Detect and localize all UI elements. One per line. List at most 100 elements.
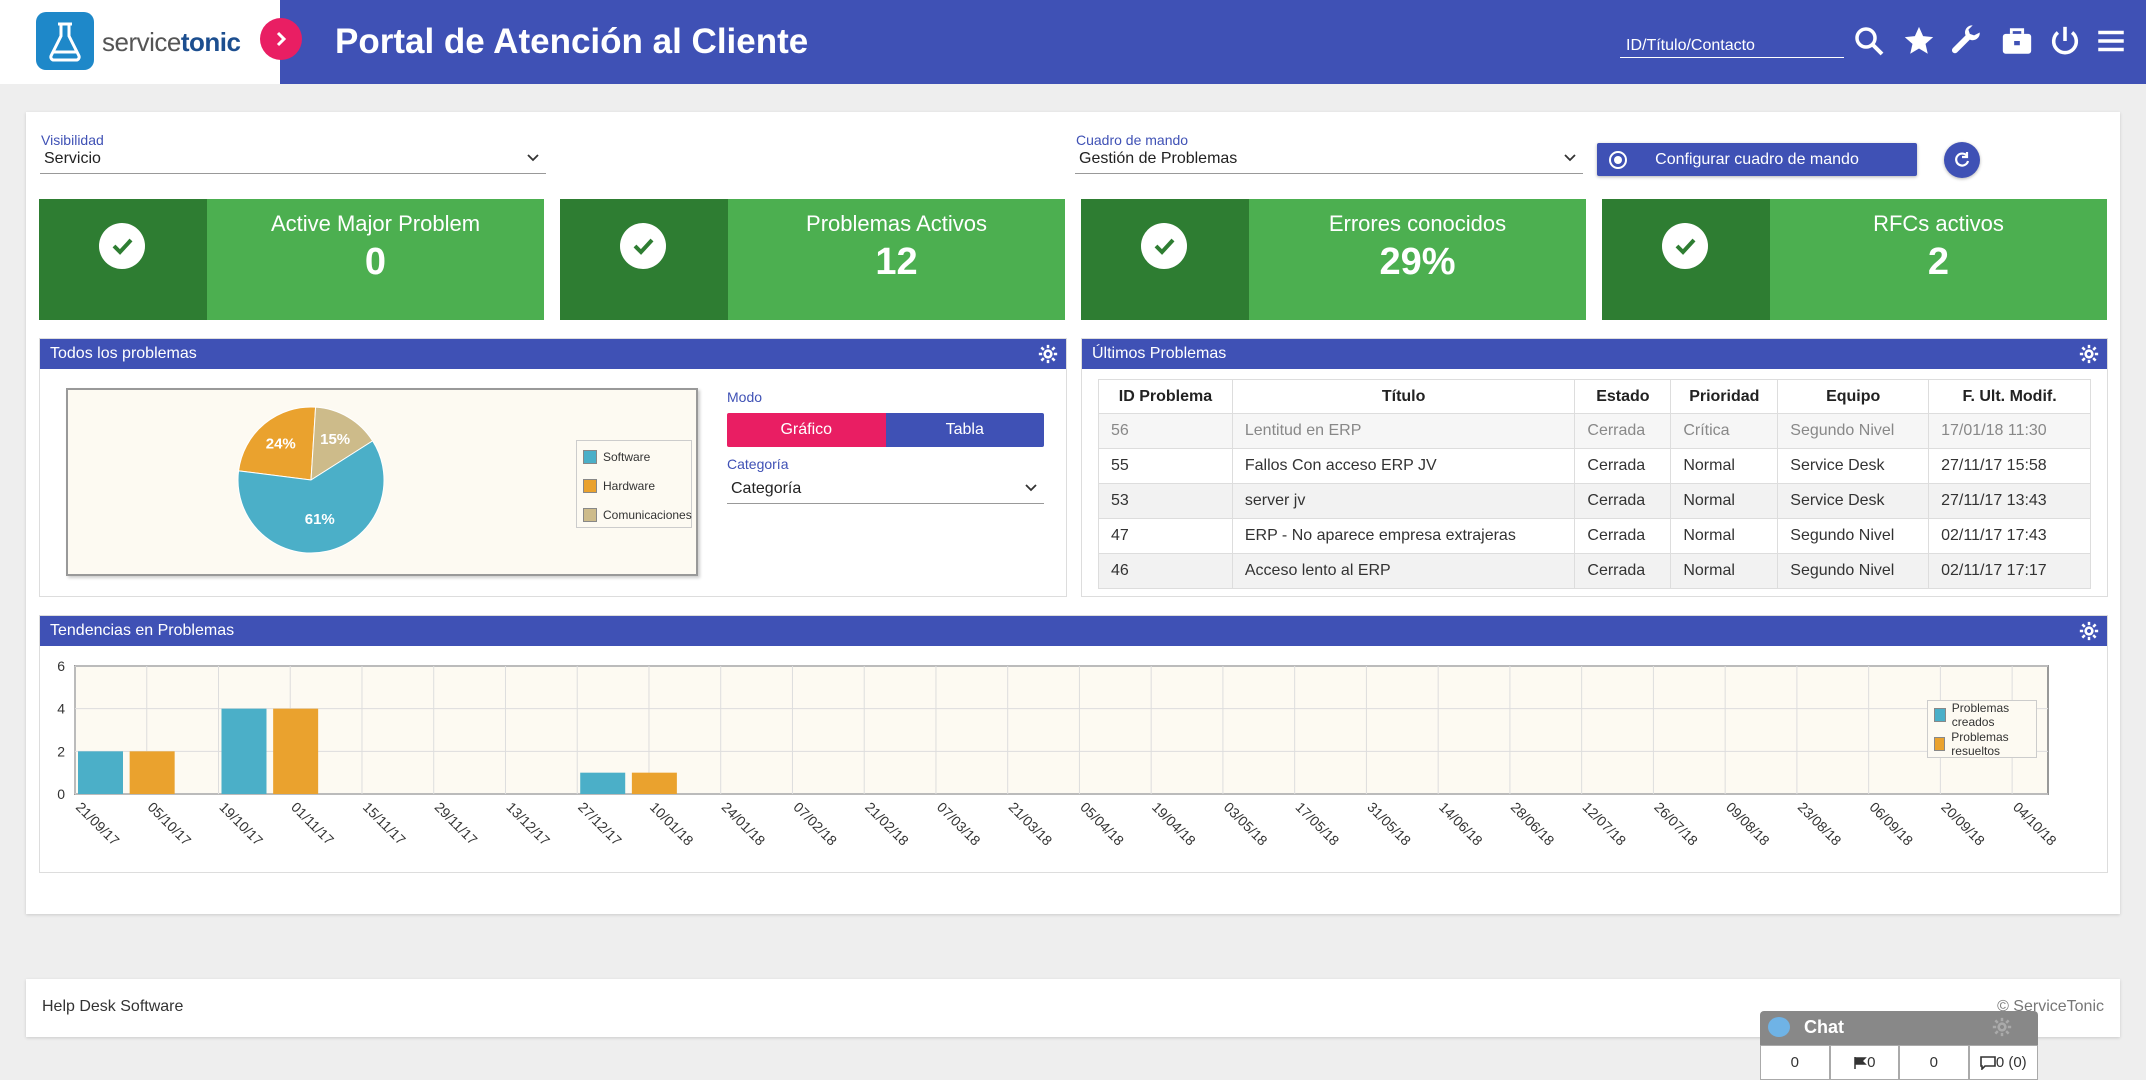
- x-tick-label: 27/12/17: [575, 799, 625, 849]
- visibility-label: Visibilidad: [41, 132, 104, 148]
- search-icon[interactable]: [1850, 22, 1888, 60]
- legend-label: Comunicaciones: [603, 508, 692, 522]
- kpi-errores-conocidos[interactable]: Errores conocidos 29%: [1081, 199, 1586, 320]
- x-tick-label: 05/10/17: [145, 799, 195, 849]
- logo-area: servicetonic: [0, 0, 280, 84]
- bar-creados[interactable]: [221, 708, 267, 794]
- chevron-down-icon: [1564, 154, 1576, 162]
- table-row[interactable]: 53 server jv Cerrada Normal Service Desk…: [1098, 483, 2091, 519]
- brand-name: servicetonic: [102, 27, 241, 58]
- configure-dashboard-button[interactable]: Configurar cuadro de mando: [1597, 143, 1917, 176]
- table-cell: Acceso lento al ERP: [1231, 553, 1576, 589]
- column-header[interactable]: Prioridad: [1670, 379, 1779, 414]
- check-circle-icon: [1141, 223, 1187, 269]
- bar-creados[interactable]: [78, 751, 123, 794]
- kpi-title: Errores conocidos: [1328, 211, 1507, 236]
- table-cell: 56: [1098, 413, 1233, 449]
- table-cell: server jv: [1231, 483, 1576, 519]
- bar-resueltos[interactable]: [273, 708, 319, 794]
- kpi-rfcs-activos[interactable]: RFCs activos 2: [1602, 199, 2107, 320]
- x-tick-label: 05/04/18: [1077, 799, 1127, 849]
- table-cell: Normal: [1670, 553, 1779, 589]
- refresh-button[interactable]: [1944, 142, 1980, 178]
- chat-counter[interactable]: 0 (0): [1968, 1045, 2038, 1080]
- table-cell: 17/01/18 11:30: [1928, 413, 2091, 449]
- table-cell: Normal: [1670, 483, 1779, 519]
- gear-icon[interactable]: [2079, 621, 2099, 641]
- search-input[interactable]: [1620, 34, 1844, 58]
- trends-legend: Problemas creados Problemas resueltos: [1927, 700, 2037, 758]
- top-header: servicetonic Portal de Atención al Clien…: [0, 0, 2146, 84]
- column-header[interactable]: Estado: [1574, 379, 1672, 414]
- chat-counter[interactable]: 0: [1760, 1045, 1830, 1080]
- kpi-title: Problemas Activos: [806, 211, 987, 236]
- dashboard-select[interactable]: Gestión de Problemas: [1075, 148, 1583, 174]
- x-tick-label: 09/08/18: [1723, 799, 1773, 849]
- table-row[interactable]: 56 Lentitud en ERP Cerrada Crítica Segun…: [1098, 413, 2091, 449]
- category-select[interactable]: Categoría: [727, 478, 1044, 504]
- check-circle-icon: [620, 223, 666, 269]
- trends-chart: 0 2 4 6 21/09/17 05/10/17 19/10/17 01/11/17 15/…: [57, 658, 2060, 849]
- x-tick-label: 21/03/18: [1006, 799, 1056, 849]
- mode-table-button[interactable]: Tabla: [885, 413, 1044, 447]
- table-row[interactable]: 55 Fallos Con acceso ERP JV Cerrada Norm…: [1098, 448, 2091, 484]
- table-cell: 27/11/17 13:43: [1928, 483, 2091, 519]
- chat-counter[interactable]: 0: [1829, 1045, 1899, 1080]
- chat-counter-value: 0 (0): [1995, 1054, 2027, 1071]
- dashboard-label: Cuadro de mando: [1076, 132, 1189, 148]
- gear-icon[interactable]: [1038, 344, 1058, 364]
- kpi-active-major-problem[interactable]: Active Major Problem 0: [39, 199, 544, 320]
- table-cell: Cerrada: [1574, 553, 1672, 589]
- legend-label: Problemas resueltos: [1951, 730, 2009, 758]
- table-cell: 27/11/17 15:58: [1928, 448, 2091, 484]
- table-cell: Segundo Nivel: [1777, 518, 1930, 554]
- chat-counters: 0 0 0 0 (0): [1760, 1045, 2038, 1080]
- bar-creados[interactable]: [580, 772, 626, 794]
- radio-icon: [1609, 151, 1627, 169]
- kpi-problemas-activos[interactable]: Problemas Activos 12: [560, 199, 1065, 320]
- flag-icon: [1854, 1056, 1867, 1069]
- legend-item: Problemas resueltos: [1934, 730, 2036, 758]
- kpi-title: RFCs activos: [1873, 211, 2004, 236]
- table-cell: Service Desk: [1777, 448, 1930, 484]
- star-icon[interactable]: [1900, 22, 1938, 60]
- visibility-select[interactable]: Servicio: [40, 148, 546, 174]
- kpi-value: 0: [364, 241, 387, 283]
- table-row[interactable]: 46 Acceso lento al ERP Cerrada Normal Se…: [1098, 553, 2091, 589]
- gear-icon[interactable]: [1992, 1017, 2012, 1037]
- x-tick-label: 12/07/18: [1580, 799, 1630, 849]
- menu-icon[interactable]: [2092, 22, 2130, 60]
- message-icon: [1980, 1055, 1996, 1070]
- column-header[interactable]: Equipo: [1777, 379, 1930, 414]
- chat-counter[interactable]: 0: [1899, 1045, 1969, 1080]
- chevron-down-icon: [527, 154, 539, 162]
- gear-icon[interactable]: [2079, 344, 2099, 364]
- mode-toggle: Gráfico Tabla: [727, 413, 1044, 447]
- flask-logo-icon: [36, 12, 94, 70]
- x-tick-label: 07/02/18: [790, 799, 840, 849]
- bar-resueltos[interactable]: [129, 751, 175, 794]
- chat-widget[interactable]: Chat 0 0 0 0 (0): [1760, 1011, 2038, 1080]
- mode-label: Modo: [727, 389, 763, 405]
- legend-label: Hardware: [603, 479, 656, 493]
- column-header[interactable]: Título: [1231, 379, 1576, 414]
- kpi-title: Active Major Problem: [270, 211, 481, 236]
- sidebar-toggle-button[interactable]: [260, 18, 302, 60]
- column-header[interactable]: ID Problema: [1098, 379, 1233, 414]
- bar-resueltos[interactable]: [631, 772, 677, 794]
- legend-item: Problemas creados: [1934, 701, 2036, 729]
- legend-swatch: [1934, 737, 1946, 751]
- column-header[interactable]: F. Ult. Modif.: [1928, 379, 2091, 414]
- table-cell: Segundo Nivel: [1777, 553, 1930, 589]
- pie-slice-label: 15%: [320, 431, 350, 448]
- y-tick-label: 2: [57, 743, 65, 759]
- pie-slice-label: 24%: [266, 435, 296, 452]
- mode-chart-button[interactable]: Gráfico: [727, 413, 886, 447]
- table-cell: Normal: [1670, 448, 1779, 484]
- chat-counter-value: 0: [1929, 1054, 1938, 1071]
- wrench-icon[interactable]: [1948, 22, 1986, 60]
- table-row[interactable]: 47 ERP - No aparece empresa extrajeras C…: [1098, 518, 2091, 554]
- power-icon[interactable]: [2046, 22, 2084, 60]
- briefcase-icon[interactable]: [1998, 22, 2036, 60]
- x-tick-label: 21/02/18: [862, 799, 912, 849]
